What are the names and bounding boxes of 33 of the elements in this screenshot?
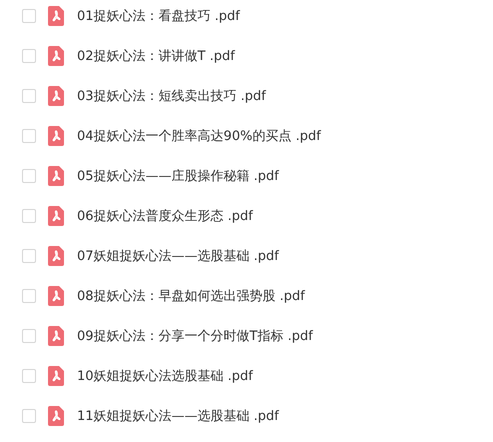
file-name[interactable]: 03捉妖心法：短线卖出技巧 .pdf: [77, 87, 266, 105]
pdf-file-icon: [48, 326, 64, 346]
pdf-file-icon: [48, 126, 64, 146]
checkbox[interactable]: [22, 129, 36, 143]
file-name[interactable]: 04捉妖心法一个胜率高达90%的买点 .pdf: [77, 127, 321, 145]
file-name[interactable]: 08捉妖心法：早盘如何选出强势股 .pdf: [77, 287, 305, 305]
file-name[interactable]: 01捉妖心法：看盘技巧 .pdf: [77, 7, 240, 25]
pdf-file-icon: [48, 406, 64, 426]
checkbox[interactable]: [22, 89, 36, 103]
file-name[interactable]: 10妖姐捉妖心法选股基础 .pdf: [77, 367, 253, 385]
pdf-file-icon: [48, 286, 64, 306]
checkbox[interactable]: [22, 249, 36, 263]
checkbox[interactable]: [22, 369, 36, 383]
pdf-file-icon: [48, 206, 64, 226]
pdf-file-icon: [48, 246, 64, 266]
file-name[interactable]: 06捉妖心法普度众生形态 .pdf: [77, 207, 253, 225]
file-name[interactable]: 05捉妖心法——庄股操作秘籍 .pdf: [77, 167, 279, 185]
pdf-file-icon: [48, 86, 64, 106]
checkbox[interactable]: [22, 289, 36, 303]
checkbox[interactable]: [22, 169, 36, 183]
file-name[interactable]: 11妖姐捉妖心法——选股基础 .pdf: [77, 407, 279, 425]
pdf-file-icon: [48, 166, 64, 186]
file-name[interactable]: 09捉妖心法：分享一个分时做T指标 .pdf: [77, 327, 313, 345]
pdf-file-icon: [48, 366, 64, 386]
checkbox[interactable]: [22, 409, 36, 423]
file-name[interactable]: 07妖姐捉妖心法——选股基础 .pdf: [77, 247, 279, 265]
pdf-file-icon: [48, 6, 64, 26]
checkbox[interactable]: [22, 329, 36, 343]
pdf-file-icon: [48, 46, 64, 66]
file-name[interactable]: 02捉妖心法：讲讲做T .pdf: [77, 47, 235, 65]
checkbox[interactable]: [22, 9, 36, 23]
checkbox[interactable]: [22, 49, 36, 63]
checkbox[interactable]: [22, 209, 36, 223]
